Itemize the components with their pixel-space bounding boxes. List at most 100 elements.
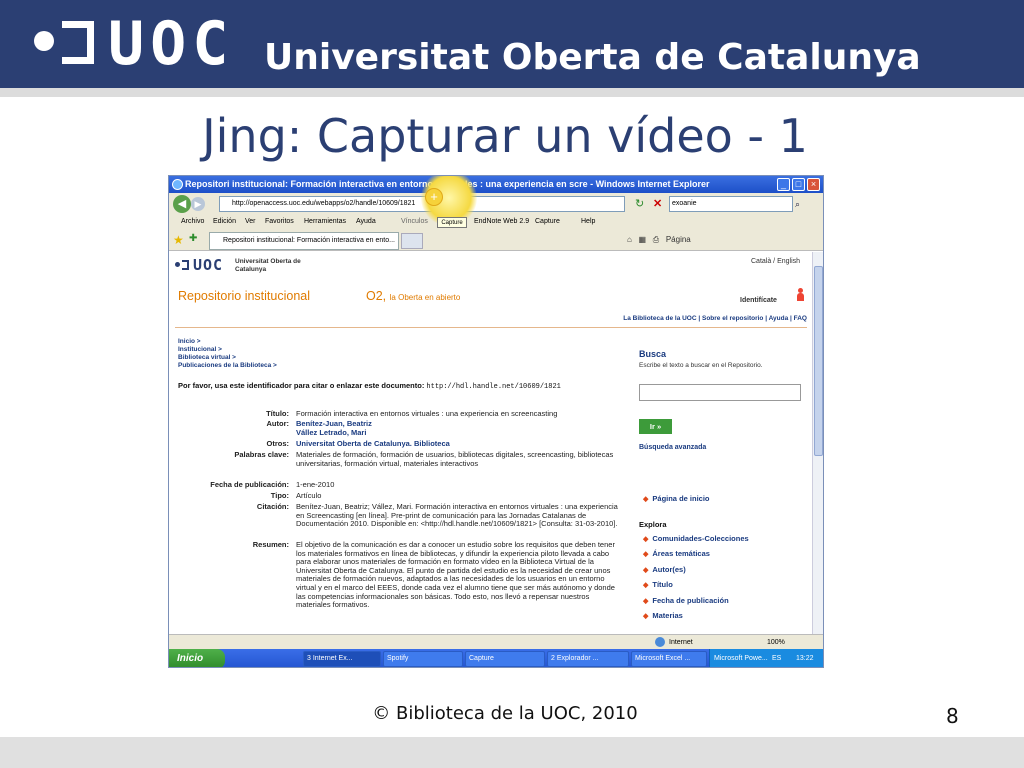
home-icon[interactable]: ⌂ [627,235,632,244]
help-link[interactable]: Help [581,215,595,229]
forward-button[interactable]: ▶ [191,197,205,211]
home-page-label: Página de inicio [652,494,710,503]
metadata-label: Título: [266,409,289,418]
zoom-level[interactable]: 100% [767,635,785,650]
explore-item[interactable]: ◆ Comunidades-Colecciones [643,534,749,543]
breadcrumb-item[interactable]: Publicaciones de la Biblioteca > [178,362,277,370]
breadcrumb-item[interactable]: Inicio > [178,338,277,346]
browser-screenshot: Repositori institucional: Formación inte… [168,175,824,668]
print-icon[interactable]: ⎙ [653,235,659,244]
university-name: Universitat Oberta de Catalunya [264,37,921,78]
explore-item[interactable]: ◆ Áreas temáticas [643,549,710,558]
search-icon[interactable]: ⌕ [795,196,809,212]
menu-ver[interactable]: Ver [245,215,256,229]
breadcrumb-item[interactable]: Biblioteca virtual > [178,354,277,362]
menu-favoritos[interactable]: Favoritos [265,215,294,229]
login-link[interactable]: Identifícate [740,297,777,304]
site-logo-text[interactable]: UOC [193,256,223,274]
browser-tab[interactable]: Repositori institucional: Formación inte… [209,232,399,250]
site-university-name: Universitat Oberta de Catalunya [235,258,301,273]
capture-link[interactable]: Capture [535,215,560,229]
taskbar-item[interactable]: Capture [465,651,545,667]
bullet-icon: ◆ [643,496,649,503]
advanced-search-link[interactable]: Búsqueda avanzada [639,444,706,451]
metadata-label: Palabras clave: [234,450,289,459]
author-links[interactable]: Benítez-Juan, Beatriz Vállez Letrado, Ma… [296,419,621,437]
globe-icon [655,637,665,647]
jing-capture-plus-icon[interactable]: + [425,188,443,206]
breadcrumb-item[interactable]: Institucional > [178,346,277,354]
menu-herramientas[interactable]: Herramientas [304,215,346,229]
feeds-icon[interactable]: ▦ [639,235,647,244]
search-input[interactable]: exoanie [669,196,793,212]
menu-ayuda[interactable]: Ayuda [356,215,376,229]
task-powerpoint[interactable]: Microsoft Powe... [714,649,768,667]
explore-item[interactable]: ◆ Título [643,580,673,589]
slide-header: UOC Universitat Oberta de Catalunya [0,0,1024,88]
footer-bar [0,737,1024,768]
cite-identifier: Por favor, usa este identificador para c… [178,381,561,391]
top-links[interactable]: La Biblioteca de la UOC | Sobre el repos… [589,315,807,322]
bullet-icon: ◆ [643,582,649,589]
language-switch[interactable]: Català / English [751,258,800,265]
metadata-value: El objetivo de la comunicación es dar a … [296,540,615,610]
slide-footer: © Biblioteca de la UOC, 2010 [372,703,638,724]
metadata-value-link[interactable]: Universitat Oberta de Catalunya. Bibliot… [296,439,621,449]
go-button[interactable]: Ir » [639,419,672,434]
new-tab-button[interactable] [401,233,423,249]
favorites-star-icon[interactable]: ★ [173,233,184,247]
explore-item-label: Fecha de publicación [652,596,729,605]
metadata-value: 1-ene-2010 [296,480,335,489]
repo-search-input[interactable] [639,384,801,401]
breadcrumb: Inicio > Institucional > Biblioteca virt… [178,338,277,370]
refresh-icon[interactable]: ↻ [635,197,649,211]
explore-item[interactable]: ◆ Materias [643,611,683,620]
explore-item[interactable]: ◆ Fecha de publicación [643,596,729,605]
home-page-link[interactable]: ◆ Página de inicio [643,494,710,503]
stop-icon[interactable]: ✕ [653,197,667,211]
explore-item-label: Título [652,580,673,589]
slide: UOC Universitat Oberta de Catalunya Jing… [0,0,1024,768]
explore-item[interactable]: ◆ Autor(es) [643,565,686,574]
user-icon[interactable] [796,288,804,302]
menu-bar: Archivo Edición Ver Favoritos Herramient… [169,215,823,229]
maximize-button[interactable]: □ [792,178,805,191]
bullet-icon: ◆ [643,551,649,558]
taskbar-item[interactable]: 2 Explorador ... [547,651,629,667]
site-logo-dot-icon [175,262,180,267]
menu-edicion[interactable]: Edición [213,215,236,229]
scrollbar-thumb[interactable] [814,266,823,456]
metadata-value: Formación interactiva en entornos virtua… [296,409,558,418]
minimize-button[interactable]: _ [777,178,790,191]
header-divider [0,88,1024,97]
bullet-icon: ◆ [643,536,649,543]
command-bar: ⌂ ▦ ⎙ Página [627,233,691,247]
web-page: UOC Universitat Oberta de Catalunya Cata… [169,252,812,634]
divider [175,327,807,328]
explore-item-label: Comunidades-Colecciones [652,534,749,543]
back-button[interactable]: ◀ [173,195,191,213]
page-scrollbar[interactable] [812,252,823,634]
slide-page-number: 8 [946,704,959,728]
uoc-logo-dot-icon [34,31,54,51]
metadata-label: Otros: [266,439,290,448]
menu-archivo[interactable]: Archivo [181,215,204,229]
page-menu[interactable]: Página [666,235,691,244]
taskbar-item[interactable]: Spotify [383,651,463,667]
cite-url[interactable]: http://hdl.handle.net/10609/1821 [426,383,560,391]
close-button[interactable]: × [807,178,820,191]
language-indicator[interactable]: ES [772,649,781,667]
explore-item-label: Materias [652,611,683,620]
o2-title[interactable]: O2, la Oberta en abierto [366,289,460,303]
links-label[interactable]: Vínculos [401,215,428,229]
capture-tooltip: Capture [437,217,467,228]
taskbar-item[interactable]: Microsoft Excel ... [631,651,707,667]
repository-title[interactable]: Repositorio institucional [178,289,310,303]
status-zone: Internet [669,639,693,646]
taskbar-item[interactable]: 3 Internet Ex... [303,651,381,667]
explore-item-label: Áreas temáticas [652,549,710,558]
endnote-link[interactable]: EndNote Web 2.9 [474,215,529,229]
start-button[interactable]: Inicio [169,649,225,667]
metadata-value: Benítez-Juan, Beatriz; Vállez, Mari. For… [296,502,618,529]
add-favorite-icon[interactable]: ✚ [189,233,197,244]
